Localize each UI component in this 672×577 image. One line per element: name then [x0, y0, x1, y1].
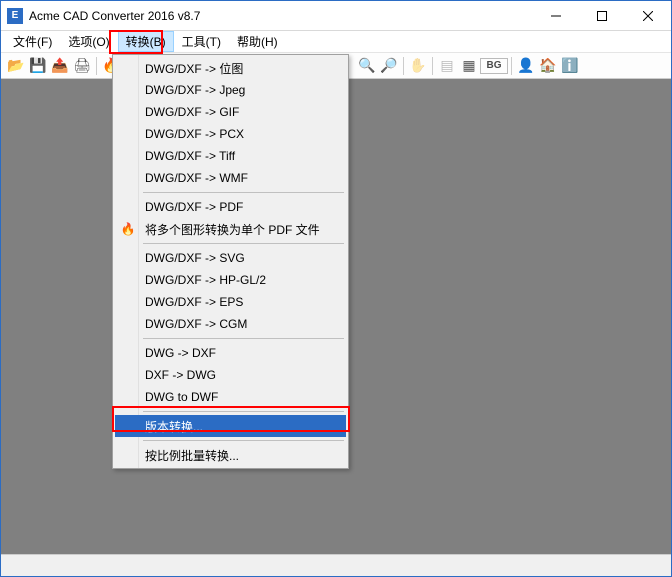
- open-icon[interactable]: 📂: [5, 55, 27, 77]
- dd-dwg-pcx[interactable]: DWG/DXF -> PCX: [115, 123, 346, 145]
- hand-icon[interactable]: ✋: [407, 55, 429, 77]
- menu-tools[interactable]: 工具(T): [174, 31, 229, 52]
- menu-bar: 文件(F) 选项(O) 转换(B) 工具(T) 帮助(H): [1, 31, 671, 53]
- convert-dropdown: DWG/DXF -> 位图 DWG/DXF -> Jpeg DWG/DXF ->…: [112, 54, 349, 469]
- close-button[interactable]: [625, 1, 671, 30]
- dd-version-convert[interactable]: 版本转换...: [115, 415, 346, 437]
- dd-dwg-hpgl[interactable]: DWG/DXF -> HP-GL/2: [115, 269, 346, 291]
- print-icon[interactable]: 🖨: [71, 55, 93, 77]
- menu-file[interactable]: 文件(F): [5, 31, 60, 52]
- dd-batch-scale-convert[interactable]: 按比例批量转换...: [115, 444, 346, 466]
- dd-dwg-svg[interactable]: DWG/DXF -> SVG: [115, 247, 346, 269]
- dd-dwg-cgm[interactable]: DWG/DXF -> CGM: [115, 313, 346, 335]
- save-icon[interactable]: 💾: [27, 55, 49, 77]
- dropdown-separator: [143, 192, 344, 193]
- window-controls: [533, 1, 671, 30]
- app-window: E Acme CAD Converter 2016 v8.7 文件(F) 选项(…: [0, 0, 672, 577]
- dd-dwg-dxf[interactable]: DWG -> DXF: [115, 342, 346, 364]
- status-bar: [1, 554, 671, 576]
- dd-dwg-dwf[interactable]: DWG to DWF: [115, 386, 346, 408]
- menu-convert[interactable]: 转换(B): [118, 31, 174, 52]
- home-icon[interactable]: 🏠: [537, 55, 559, 77]
- menu-options[interactable]: 选项(O): [60, 31, 117, 52]
- menu-help[interactable]: 帮助(H): [229, 31, 286, 52]
- dd-dwg-eps[interactable]: DWG/DXF -> EPS: [115, 291, 346, 313]
- dropdown-separator: [143, 411, 344, 412]
- dd-dwg-bitmap[interactable]: DWG/DXF -> 位图: [115, 57, 346, 79]
- app-icon: E: [7, 8, 23, 24]
- zoom-in-icon[interactable]: 🔍: [356, 55, 378, 77]
- dd-dwg-gif[interactable]: DWG/DXF -> GIF: [115, 101, 346, 123]
- dd-dwg-wmf[interactable]: DWG/DXF -> WMF: [115, 167, 346, 189]
- info-icon[interactable]: ℹ️: [559, 55, 581, 77]
- minimize-button[interactable]: [533, 1, 579, 30]
- dropdown-separator: [143, 243, 344, 244]
- dd-dwg-jpeg[interactable]: DWG/DXF -> Jpeg: [115, 79, 346, 101]
- dd-merge-pdf[interactable]: 🔥 将多个图形转换为单个 PDF 文件: [115, 218, 346, 240]
- dd-label: 将多个图形转换为单个 PDF 文件: [145, 221, 320, 238]
- title-bar: E Acme CAD Converter 2016 v8.7: [1, 1, 671, 31]
- maximize-button[interactable]: [579, 1, 625, 30]
- toolbar-separator: [96, 57, 97, 75]
- dd-dxf-dwg[interactable]: DXF -> DWG: [115, 364, 346, 386]
- bg-button[interactable]: BG: [480, 58, 508, 74]
- zoom-out-icon[interactable]: 🔎: [378, 55, 400, 77]
- export-icon[interactable]: 📤: [49, 55, 71, 77]
- user-icon[interactable]: 👤: [515, 55, 537, 77]
- toolbar-separator: [432, 57, 433, 75]
- dd-dwg-pdf[interactable]: DWG/DXF -> PDF: [115, 196, 346, 218]
- dd-dwg-tiff[interactable]: DWG/DXF -> Tiff: [115, 145, 346, 167]
- layers-icon[interactable]: ▤: [436, 55, 458, 77]
- toolbar-separator: [511, 57, 512, 75]
- grid-icon[interactable]: ▦: [458, 55, 480, 77]
- window-title: Acme CAD Converter 2016 v8.7: [29, 9, 533, 23]
- merge-pdf-icon: 🔥: [119, 220, 137, 238]
- dropdown-separator: [143, 338, 344, 339]
- toolbar-separator: [403, 57, 404, 75]
- dropdown-separator: [143, 440, 344, 441]
